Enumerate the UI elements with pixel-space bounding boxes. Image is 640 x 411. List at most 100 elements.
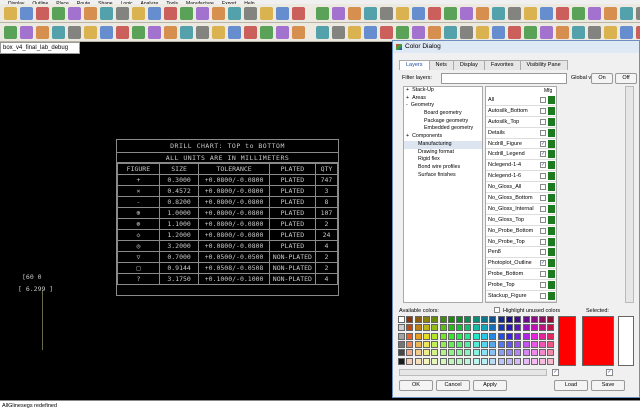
palette-color-cell[interactable] [464,332,472,340]
palette-color-cell[interactable] [514,332,522,340]
layer-row[interactable]: Ncdrill_Figure ✓ [486,139,556,150]
palette-color-cell[interactable] [406,340,414,348]
toolbar-button-icon[interactable] [228,26,241,39]
toolbar-button-icon[interactable] [292,26,305,39]
toolbar-button-icon[interactable] [148,7,161,20]
palette-color-cell[interactable] [464,316,472,323]
tab-layers[interactable]: Layers [399,60,430,70]
tree-item[interactable]: Drawing format [404,149,482,157]
layer-visibility-checkbox[interactable]: ✓ [540,162,546,169]
layer-visibility-checkbox[interactable]: ✓ [540,151,546,158]
layer-row[interactable]: No_Gloss_All [486,182,556,194]
palette-color-cell[interactable] [422,316,430,323]
palette-color-cell[interactable] [547,316,555,323]
apply-button[interactable]: Apply [473,380,507,391]
layer-visibility-checkbox[interactable] [540,107,546,114]
toolbar-button-icon[interactable] [212,26,225,39]
palette-color-cell[interactable] [431,332,439,340]
palette-color-cell[interactable] [489,349,497,357]
palette-color-cell[interactable] [464,340,472,348]
palette-color-cell[interactable] [414,316,422,323]
layer-color-swatch[interactable] [548,161,555,170]
save-button[interactable]: Save [591,380,625,391]
palette-color-cell[interactable] [530,340,538,348]
toolbar-button-icon[interactable] [164,7,177,20]
toolbar-button-icon[interactable] [164,26,177,39]
palette-color-cell[interactable] [489,324,497,332]
toolbar-button-icon[interactable] [620,26,633,39]
tree-item[interactable]: + Components [404,133,482,141]
toolbar-button-icon[interactable] [524,26,537,39]
palette-color-cell[interactable] [422,340,430,348]
toolbar-button-icon[interactable] [180,26,193,39]
toolbar-button-icon[interactable] [52,7,65,20]
tree-item[interactable]: Bond wire profiles [404,164,482,172]
toolbar-button-icon[interactable] [276,7,289,20]
toolbar-button-icon[interactable] [380,7,393,20]
layer-row[interactable]: All [486,95,556,106]
layer-color-swatch[interactable] [548,259,555,268]
palette-color-cell[interactable] [422,332,430,340]
toolbar-button-icon[interactable] [68,7,81,20]
tree-item[interactable]: Board geometry [404,110,482,118]
palette-color-cell[interactable] [456,340,464,348]
palette-color-cell[interactable] [547,332,555,340]
palette-color-cell[interactable] [514,357,522,365]
layer-color-swatch[interactable] [548,117,555,126]
cancel-button[interactable]: Cancel [436,380,470,391]
toolbar-button-icon[interactable] [148,26,161,39]
layer-visibility-checkbox[interactable] [540,271,546,278]
palette-color-cell[interactable] [406,316,414,323]
palette-color-cell[interactable] [414,332,422,340]
palette-color-cell[interactable] [505,357,513,365]
palette-color-cell[interactable] [522,357,530,365]
toolbar-button-icon[interactable] [332,7,345,20]
palette-color-cell[interactable] [439,324,447,332]
layer-row[interactable]: Probe_Bottom [486,269,556,281]
palette-color-cell[interactable] [447,316,455,323]
palette-color-cell[interactable] [530,324,538,332]
toolbar-button-icon[interactable] [52,26,65,39]
expand-icon[interactable]: + [406,95,409,101]
palette-color-cell[interactable] [505,340,513,348]
palette-color-cell[interactable] [514,324,522,332]
palette-color-cell[interactable] [398,324,405,332]
palette-color-cell[interactable] [472,324,480,332]
palette-color-cell[interactable] [406,332,414,340]
palette-color-cell[interactable] [505,332,513,340]
toolbar-button-icon[interactable] [212,7,225,20]
palette-checkbox-b[interactable]: ✓ [606,369,613,376]
palette-color-cell[interactable] [481,357,488,365]
palette-color-cell[interactable] [447,349,455,357]
layer-color-swatch[interactable] [548,270,555,279]
palette-color-cell[interactable] [497,357,505,365]
palette-color-cell[interactable] [497,340,505,348]
layer-color-swatch[interactable] [548,215,555,224]
layer-row[interactable]: Ncdrill_Legend ✓ [486,149,556,161]
palette-color-cell[interactable] [481,332,488,340]
toolbar-button-icon[interactable] [636,7,640,20]
toolbar-button-icon[interactable] [444,26,457,39]
visibility-off-button[interactable]: Off [615,73,637,84]
layer-visibility-checkbox[interactable] [540,173,546,180]
layer-color-swatch[interactable] [548,226,555,235]
toolbar-button-icon[interactable] [428,7,441,20]
toolbar-button-icon[interactable] [244,7,257,20]
layer-row[interactable]: No_Probe_Top [486,237,556,248]
layer-visibility-checkbox[interactable] [540,205,546,212]
toolbar-button-icon[interactable] [492,26,505,39]
palette-color-cell[interactable] [497,316,505,323]
layer-color-swatch[interactable] [548,204,555,213]
toolbar-button-icon[interactable] [396,26,409,39]
dialog-title-bar[interactable]: Color Dialog [393,41,639,53]
expand-icon[interactable]: + [406,133,409,139]
palette-color-cell[interactable] [431,349,439,357]
toolbar-button-icon[interactable] [396,7,409,20]
palette-color-cell[interactable] [505,324,513,332]
palette-color-cell[interactable] [505,316,513,323]
toolbar-button-icon[interactable] [196,7,209,20]
toolbar-button-icon[interactable] [36,7,49,20]
dialog-vertical-scrollbar[interactable] [625,86,634,303]
palette-color-cell[interactable] [398,349,405,357]
palette-color-cell[interactable] [398,316,405,323]
